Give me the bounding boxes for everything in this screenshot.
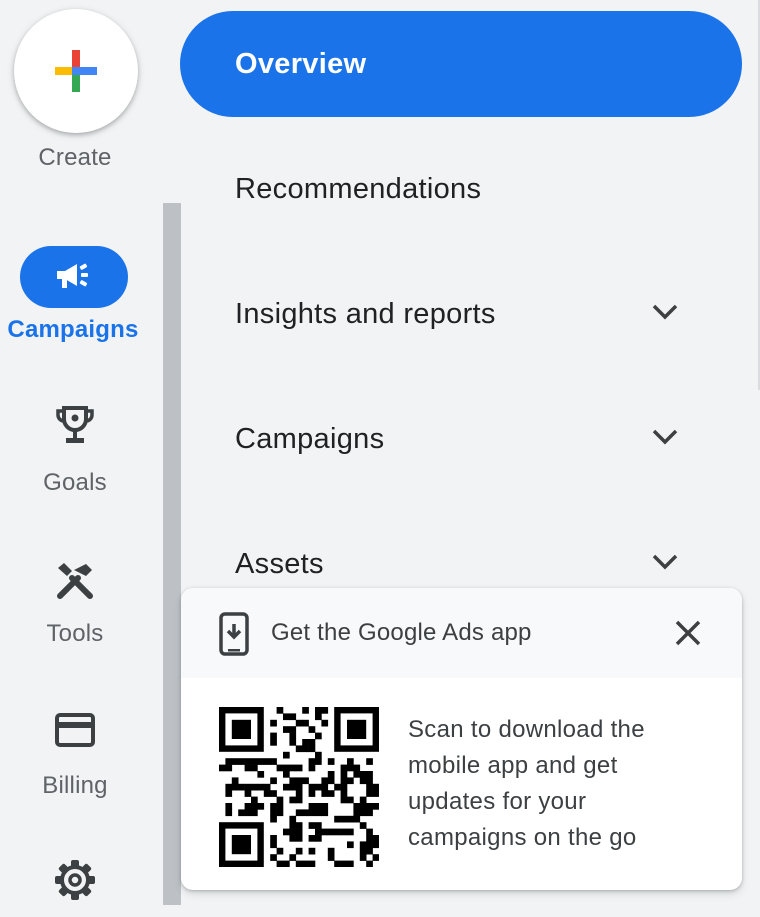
- nav-item-label: Recommendations: [235, 173, 482, 205]
- chevron-down-icon[interactable]: [650, 301, 680, 321]
- create-label: Create: [38, 144, 112, 171]
- create-button[interactable]: [14, 9, 138, 133]
- card-title: Get the Google Ads app: [271, 619, 532, 646]
- rail-scrollbar[interactable]: [163, 203, 181, 905]
- navigation-rail: Create Campaigns Goals Tools Billing: [0, 0, 168, 917]
- rail-item-label: Goals: [43, 469, 107, 496]
- rail-item-campaigns[interactable]: Campaigns: [0, 246, 150, 356]
- chevron-down-icon[interactable]: [650, 426, 680, 446]
- rail-item-billing[interactable]: Billing: [0, 712, 150, 807]
- qr-code: [219, 707, 379, 867]
- google-ads-app-card: Get the Google Ads app Scan to download …: [181, 588, 742, 890]
- tools-icon: [0, 560, 150, 602]
- rail-item-label: Tools: [46, 620, 104, 647]
- phone-download-icon: [219, 612, 249, 656]
- nav-item-recommendations[interactable]: Recommendations: [180, 136, 742, 242]
- card-description-line: Scan to download the: [408, 716, 645, 743]
- credit-card-icon: [0, 712, 150, 748]
- chevron-down-icon[interactable]: [650, 551, 680, 571]
- close-icon[interactable]: [673, 618, 703, 648]
- card-description-line: mobile app and get: [408, 752, 618, 779]
- active-indicator: [20, 246, 128, 308]
- nav-item-insights-and-reports[interactable]: Insights and reports: [180, 261, 742, 367]
- rail-item-label: Campaigns: [7, 316, 139, 343]
- rail-item-settings[interactable]: [0, 858, 150, 908]
- rail-item-tools[interactable]: Tools: [0, 560, 150, 655]
- nav-item-label: Overview: [235, 48, 367, 80]
- card-description-line: updates for your: [408, 788, 587, 815]
- nav-item-overview[interactable]: Overview: [180, 11, 742, 117]
- nav-item-campaigns[interactable]: Campaigns: [180, 386, 742, 492]
- rail-item-goals[interactable]: Goals: [0, 405, 150, 500]
- trophy-icon: [0, 405, 150, 447]
- rail-item-label: Billing: [42, 772, 108, 799]
- card-header: Get the Google Ads app: [181, 588, 742, 678]
- campaigns-megaphone-icon: [57, 263, 88, 288]
- gear-icon: [0, 858, 150, 902]
- card-description: Scan to download the mobile app and get …: [408, 712, 728, 856]
- card-description-line: campaigns on the go: [408, 824, 637, 851]
- nav-item-label: Campaigns: [235, 423, 385, 455]
- plus-icon: [55, 50, 97, 92]
- nav-item-label: Insights and reports: [235, 298, 496, 330]
